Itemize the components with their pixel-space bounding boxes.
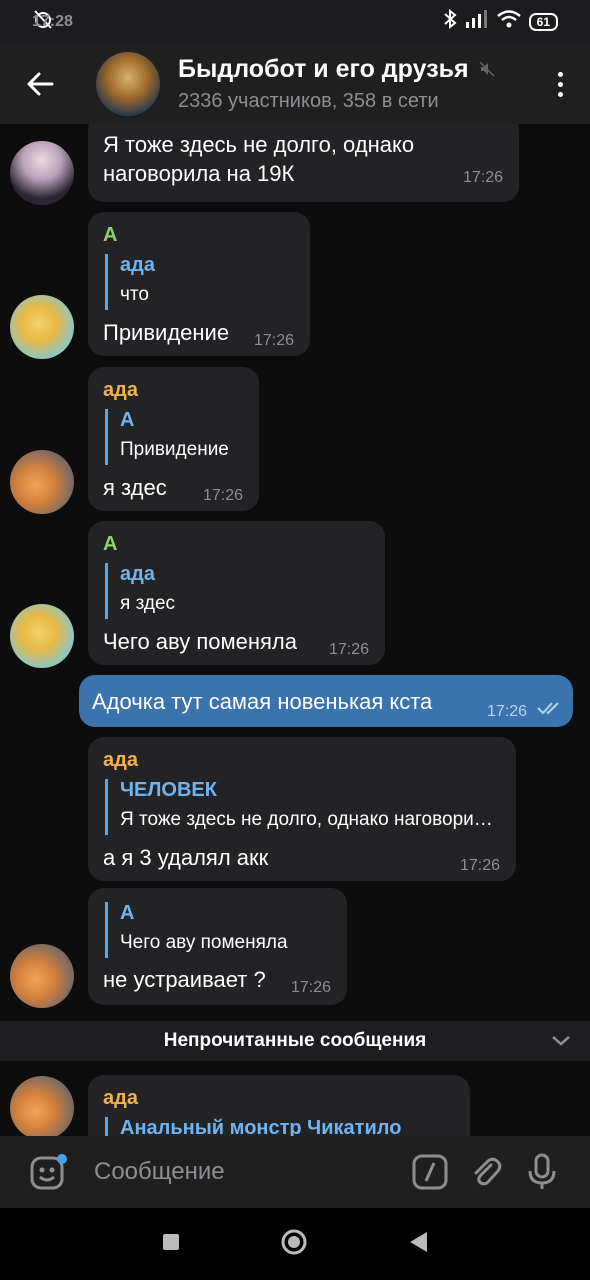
status-time: 17:28 [32, 13, 73, 30]
group-avatar[interactable] [96, 52, 160, 116]
reply-sender: Анальный монстр Чикатило [120, 1117, 402, 1136]
unread-messages-divider: Непрочитанные сообщения [0, 1021, 590, 1061]
message-time: 17:26 [291, 979, 332, 996]
bot-commands-button[interactable] [402, 1144, 458, 1200]
sender-name: А [103, 533, 118, 555]
emoji-button[interactable] [20, 1144, 76, 1200]
message-text: не устраивает ? [103, 967, 266, 992]
unread-label: Непрочитанные сообщения [163, 1030, 427, 1051]
message-text: Чего аву поменяла [103, 629, 297, 654]
message-bubble[interactable]: А ада я здес Чего аву поменяла 17:26 [88, 521, 385, 665]
message-bubble[interactable]: ада ЧЕЛОВЕК Я тоже здесь не долго, однак… [88, 737, 516, 881]
sender-name: ада [103, 379, 138, 401]
message-time: 17:26 [329, 641, 370, 658]
reply-text: Чего аву поменяла [120, 932, 288, 953]
home-button[interactable] [280, 1228, 308, 1261]
avatar[interactable] [10, 450, 74, 514]
sender-name: ада [103, 1087, 138, 1109]
avatar[interactable] [10, 1076, 74, 1136]
back-button[interactable] [0, 44, 80, 124]
wifi-icon [496, 10, 521, 34]
message-text: наговорила на 19К [103, 161, 295, 186]
reply-text: Я тоже здесь не долго, однако наговорила… [120, 809, 503, 830]
reply-quote[interactable]: Анальный монстр Чикатило [105, 1117, 455, 1136]
reply-quote[interactable]: ЧЕЛОВЕК Я тоже здесь не долго, однако на… [105, 779, 503, 835]
muted-icon [479, 55, 495, 84]
voice-message-button[interactable] [514, 1144, 570, 1200]
paperclip-icon [474, 1157, 502, 1186]
reply-sender: А [120, 409, 135, 431]
message-text: Адочка тут самая новенькая кста [92, 689, 433, 714]
reply-sender: ада [120, 563, 155, 585]
message-bubble[interactable]: А ада что Привидение 17:26 [88, 212, 310, 356]
status-bar: 17:28 61 [0, 0, 590, 44]
more-menu-button[interactable] [530, 44, 590, 124]
message-text: а я 3 удалял акк [103, 845, 269, 870]
double-check-icon [537, 701, 563, 720]
chat-title-block[interactable]: Быдлобот и его друзья 2336 участников, 3… [178, 55, 495, 113]
message-bubble[interactable]: ада А Привидение я здес 17:26 [88, 367, 259, 511]
avatar[interactable] [10, 604, 74, 668]
message-bubble[interactable]: А Чего аву поменяла не устраивает ? 17:2… [88, 888, 347, 1005]
reply-text: Привидение [120, 439, 229, 460]
arrow-left-icon [27, 72, 54, 96]
recents-button[interactable] [162, 1233, 180, 1256]
microphone-icon [528, 1153, 556, 1189]
message-input-bar: Сообщение [0, 1136, 590, 1208]
attach-button[interactable] [458, 1144, 514, 1200]
avatar[interactable] [10, 944, 74, 1008]
sticker-icon [30, 1154, 67, 1190]
chat-subtitle: 2336 участников, 358 в сети [178, 90, 439, 112]
outgoing-message-bubble[interactable]: Адочка тут самая новенькая кста 17:26 [79, 675, 573, 727]
message-text: Я тоже здесь не долго, однако [103, 132, 415, 157]
message-bubble[interactable]: ада Анальный монстр Чикатило [88, 1075, 470, 1136]
message-input[interactable]: Сообщение [94, 1158, 402, 1186]
avatar[interactable] [10, 141, 74, 205]
reply-sender: ада [120, 254, 155, 276]
message-time: 17:26 [487, 703, 528, 720]
bluetooth-icon [443, 8, 457, 35]
message-time: 17:26 [203, 487, 244, 504]
system-nav-bar [0, 1208, 590, 1280]
message-time: 17:26 [254, 332, 295, 349]
battery-indicator: 61 [528, 13, 558, 31]
reply-quote[interactable]: А Привидение [105, 409, 245, 465]
reply-text: что [120, 284, 149, 305]
message-time: 17:26 [460, 857, 501, 874]
message-bubble[interactable]: Я тоже здесь не долго, однако наговорила… [88, 124, 519, 202]
reply-quote[interactable]: ада что [105, 254, 295, 310]
signal-icon [465, 10, 489, 34]
sender-name: ада [103, 749, 138, 771]
message-list[interactable]: Я тоже здесь не долго, однако наговорила… [0, 124, 590, 1136]
sender-name: А [103, 224, 118, 246]
message-text: Привидение [103, 320, 230, 345]
reply-sender: А [120, 902, 135, 924]
reply-text: я здес [120, 593, 176, 614]
chat-header: Быдлобот и его друзья 2336 участников, 3… [0, 44, 590, 124]
chevron-down-icon[interactable] [550, 1029, 572, 1057]
reply-quote[interactable]: ада я здес [105, 563, 365, 619]
message-time: 17:26 [463, 169, 504, 186]
slash-command-icon [412, 1154, 448, 1190]
avatar[interactable] [10, 295, 74, 359]
back-nav-button[interactable] [408, 1231, 428, 1258]
chat-title: Быдлобот и его друзья [178, 55, 469, 83]
reply-quote[interactable]: А Чего аву поменяла [105, 902, 333, 958]
reply-sender: ЧЕЛОВЕК [120, 779, 217, 801]
message-text: я здес [103, 475, 167, 500]
